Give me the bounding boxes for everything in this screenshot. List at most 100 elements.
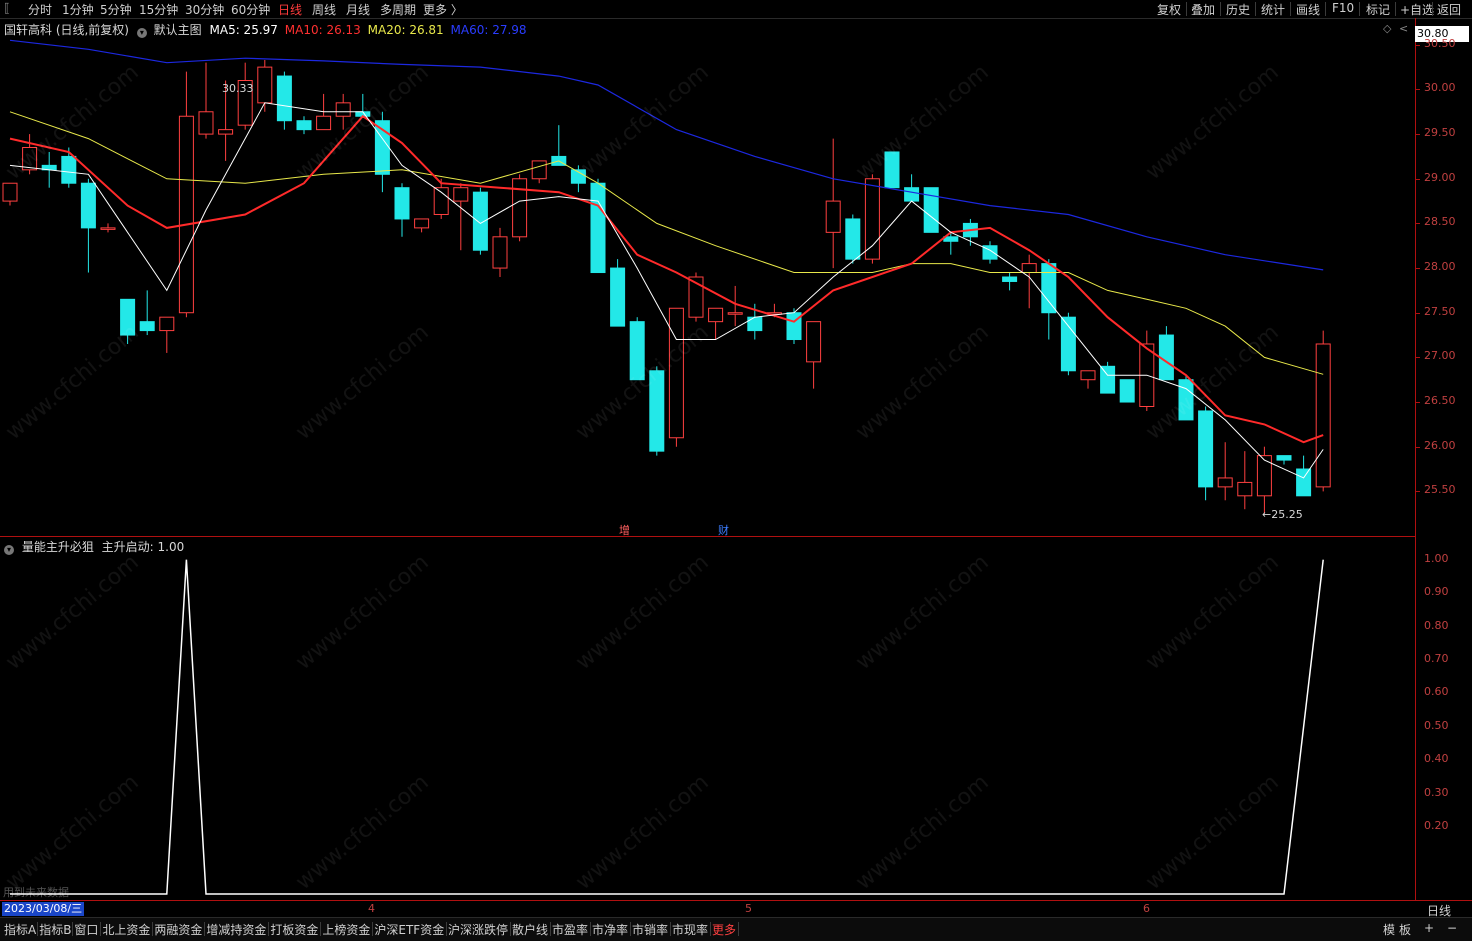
- candle: [1217, 442, 1233, 501]
- tab-60min[interactable]: 60分钟: [231, 1, 270, 18]
- candle-body: [159, 316, 175, 332]
- back-button[interactable]: 返回: [1437, 1, 1461, 18]
- candle-body: [178, 115, 194, 314]
- candle-body: [1276, 455, 1292, 461]
- sub-tick: 0.60: [1424, 685, 1449, 699]
- sub-tick: 1.00: [1424, 551, 1449, 565]
- candle: [845, 214, 861, 264]
- tab-1min[interactable]: 1分钟: [62, 1, 94, 18]
- candle: [296, 116, 312, 135]
- bottom-tab[interactable]: 沪深ETF资金: [374, 921, 444, 938]
- candle: [453, 183, 469, 251]
- tick-mark: [1416, 178, 1420, 180]
- sub-tick: 0.30: [1424, 785, 1449, 799]
- tab-more[interactable]: 更多 〉: [423, 1, 463, 18]
- candle-body: [864, 178, 880, 260]
- overlay-button[interactable]: 叠加: [1191, 1, 1215, 18]
- tick-mark: [1416, 134, 1420, 136]
- month-label: 5: [745, 902, 752, 915]
- bottom-tab[interactable]: 市盈率: [552, 921, 588, 938]
- candle-body: [1256, 455, 1272, 497]
- candle-body: [590, 182, 606, 274]
- bottom-tab[interactable]: 指标B: [39, 921, 71, 938]
- tick-mark: [1416, 268, 1420, 270]
- bottom-tab[interactable]: 散户线: [512, 921, 548, 938]
- ma60-line: [9, 39, 1324, 271]
- candle-body: [806, 321, 822, 363]
- tab-multi-period[interactable]: 多周期: [380, 1, 416, 18]
- tab-5min[interactable]: 5分钟: [100, 1, 132, 18]
- candle: [414, 218, 430, 233]
- price-tick: 28.00: [1424, 260, 1456, 274]
- bottom-tab[interactable]: 打板资金: [270, 921, 318, 938]
- add-watchlist-button[interactable]: +自选: [1400, 1, 1434, 18]
- bottom-tab[interactable]: 北上资金: [102, 921, 150, 938]
- bottom-tab[interactable]: 市现率: [672, 921, 708, 938]
- bottom-tab[interactable]: 市销率: [632, 921, 668, 938]
- bottom-tab[interactable]: 市净率: [592, 921, 628, 938]
- board-button[interactable]: 板: [1399, 921, 1411, 938]
- candle-body: [1296, 468, 1312, 497]
- candle-body: [747, 316, 763, 332]
- candle-body: [1237, 481, 1253, 497]
- tab-monthly[interactable]: 月线: [346, 1, 370, 18]
- candle: [551, 125, 567, 166]
- bottom-tab[interactable]: 沪深涨跌停: [448, 921, 508, 938]
- zoom-out-button[interactable]: −: [1447, 921, 1457, 935]
- f10-button[interactable]: F10: [1332, 1, 1354, 15]
- history-button[interactable]: 历史: [1226, 1, 1250, 18]
- candle-body: [198, 111, 214, 135]
- sub-tick: 0.90: [1424, 585, 1449, 599]
- tab-daily[interactable]: 日线: [278, 1, 302, 18]
- price-tick: 29.50: [1424, 126, 1456, 140]
- candle: [1080, 370, 1096, 389]
- candle: [198, 62, 214, 139]
- low-price-label: ←25.25: [1262, 508, 1303, 521]
- tab-30min[interactable]: 30分钟: [185, 1, 224, 18]
- candlestick-chart[interactable]: [0, 18, 1415, 536]
- stats-button[interactable]: 统计: [1261, 1, 1285, 18]
- mode-button[interactable]: 模: [1383, 921, 1395, 938]
- tab-fenshi[interactable]: 分时: [28, 1, 52, 18]
- collapse-icon[interactable]: ⟦: [4, 1, 10, 15]
- candle: [610, 259, 626, 327]
- candle-body: [335, 102, 351, 117]
- candle-body: [394, 187, 410, 220]
- candle-body: [1119, 379, 1135, 403]
- tick-mark: [1416, 446, 1420, 448]
- candle: [1256, 446, 1272, 514]
- candle-body: [296, 120, 312, 131]
- candle-body: [453, 187, 469, 202]
- bottom-tab[interactable]: 增减持资金: [206, 921, 266, 938]
- price-tick: 26.00: [1424, 438, 1456, 452]
- candle: [1276, 455, 1292, 465]
- zoom-in-button[interactable]: +: [1424, 921, 1434, 935]
- bottom-tab[interactable]: 指标A: [4, 921, 36, 938]
- adjust-button[interactable]: 复权: [1157, 1, 1181, 18]
- candle-body: [1080, 370, 1096, 381]
- candle: [80, 178, 96, 273]
- tab-15min[interactable]: 15分钟: [139, 1, 178, 18]
- candle-body: [1060, 316, 1076, 372]
- tick-mark: [1416, 357, 1420, 359]
- tick-mark: [1416, 223, 1420, 225]
- tick-mark: [1416, 312, 1420, 314]
- tab-weekly[interactable]: 周线: [312, 1, 336, 18]
- tick-mark: [1416, 402, 1420, 404]
- candle: [825, 138, 841, 269]
- mark-button[interactable]: 标记: [1366, 1, 1390, 18]
- price-tick: 28.50: [1424, 215, 1456, 229]
- candle: [237, 62, 253, 130]
- candle: [1100, 361, 1116, 394]
- candle-body: [414, 218, 430, 229]
- sub-tick: 0.80: [1424, 618, 1449, 632]
- bottom-tab[interactable]: 两融资金: [154, 921, 202, 938]
- candle-body: [1198, 410, 1214, 488]
- draw-line-button[interactable]: 画线: [1296, 1, 1320, 18]
- bottom-tab[interactable]: 窗口: [74, 921, 98, 938]
- bottom-tab[interactable]: 上榜资金: [322, 921, 370, 938]
- candle: [433, 178, 449, 219]
- bottom-tab[interactable]: 更多: [712, 921, 736, 938]
- candle: [178, 71, 194, 318]
- month-label: 4: [368, 902, 375, 915]
